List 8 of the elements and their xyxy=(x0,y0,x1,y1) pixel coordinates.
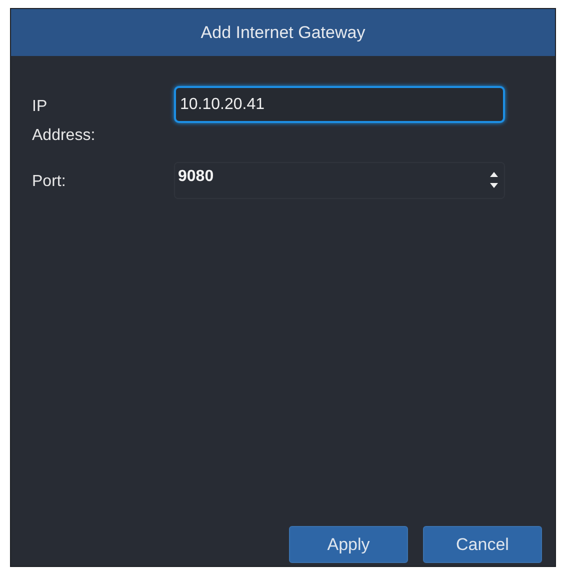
cancel-button[interactable]: Cancel xyxy=(423,526,542,563)
field-label: IP Address: xyxy=(32,97,96,146)
apply-button[interactable]: Apply xyxy=(289,526,408,563)
input-field[interactable]: 10.10.20.41 xyxy=(174,86,505,123)
number-field[interactable]: 9080 xyxy=(174,162,505,199)
spinner-icon[interactable] xyxy=(489,170,499,190)
field-label: Port: xyxy=(32,172,67,192)
window-title: Add Internet Gateway xyxy=(11,9,555,56)
